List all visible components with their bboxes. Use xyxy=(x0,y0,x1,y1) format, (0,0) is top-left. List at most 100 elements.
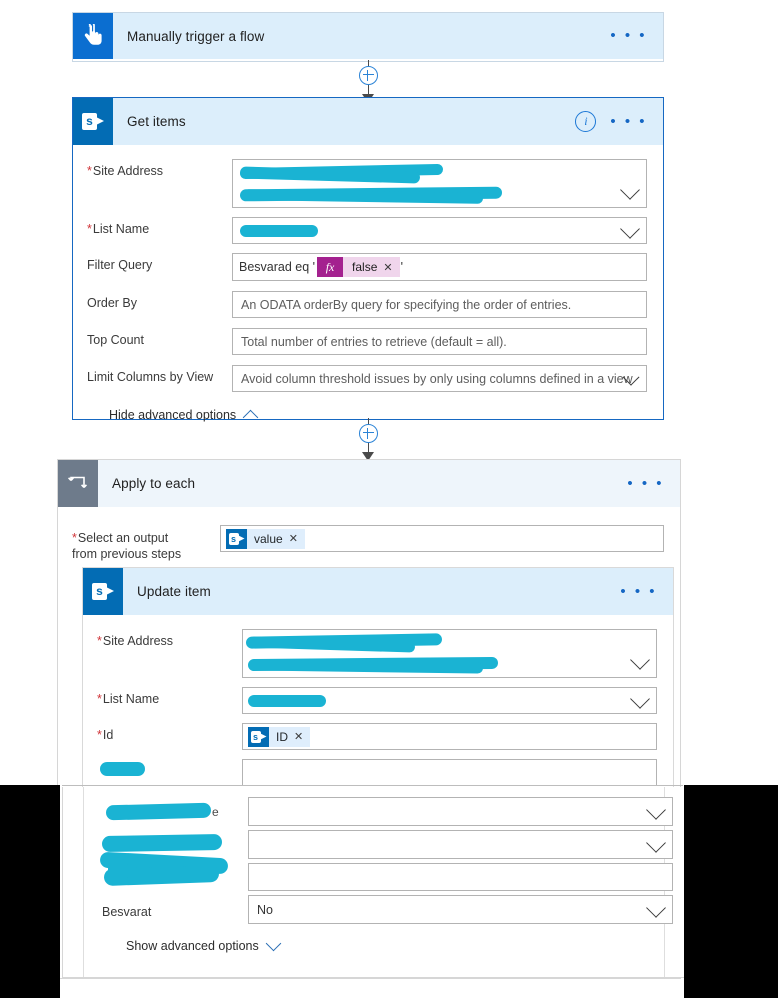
lower-dropdown-1[interactable] xyxy=(248,797,673,826)
insert-step-button-1[interactable] xyxy=(358,66,378,85)
site-address-dropdown[interactable] xyxy=(232,159,647,208)
trigger-card-header[interactable]: Manually trigger a flow • • • xyxy=(73,13,663,59)
trigger-title: Manually trigger a flow xyxy=(127,28,265,44)
lower-screenshot-segment: e Besvarat No Show advanced options xyxy=(62,787,685,978)
hide-advanced-options-toggle[interactable]: Hide advanced options xyxy=(109,408,647,425)
chevron-down-icon[interactable] xyxy=(646,799,666,820)
redaction-stroke xyxy=(100,762,145,776)
sharepoint-icon: s xyxy=(248,726,269,747)
chevron-down-icon[interactable] xyxy=(620,218,640,239)
get-items-card-header[interactable]: s Get items i • • • xyxy=(73,98,663,145)
lower-dropdown-2[interactable] xyxy=(248,830,673,859)
advanced-toggle-label: Hide advanced options xyxy=(109,408,237,422)
field-row-site-address: *Site Address xyxy=(87,159,647,208)
field-row-limit-columns: Limit Columns by View Avoid column thres… xyxy=(87,365,647,392)
token-label: false xyxy=(352,260,378,274)
letterbox-bar-left xyxy=(0,785,60,998)
chevron-down-icon[interactable] xyxy=(646,832,666,853)
connector-getitems-to-apply xyxy=(358,418,378,461)
sharepoint-icon: s xyxy=(226,528,247,549)
filter-query-suffix: ' xyxy=(400,260,404,274)
update-item-menu-button[interactable]: • • • xyxy=(620,584,657,599)
apply-to-each-header[interactable]: Apply to each • • • xyxy=(58,460,680,507)
chevron-down-icon[interactable] xyxy=(630,650,650,670)
expression-token-false[interactable]: fx false ✕ xyxy=(317,257,400,277)
apply-to-each-title: Apply to each xyxy=(112,476,196,491)
get-items-card[interactable]: s Get items i • • • *Site Address *List … xyxy=(72,97,664,425)
redaction-stroke xyxy=(240,225,318,237)
lower-text-input-3[interactable] xyxy=(248,863,673,891)
field-row-select-output: *Select an output from previous steps s … xyxy=(72,525,680,562)
id-input[interactable]: s ID ✕ xyxy=(242,723,657,750)
field-label-redacted xyxy=(97,759,242,784)
token-remove-icon[interactable]: ✕ xyxy=(383,261,399,274)
field-row-redacted-1 xyxy=(97,759,657,786)
limit-columns-placeholder: Avoid column threshold issues by only us… xyxy=(241,371,633,386)
token-label: value xyxy=(254,531,283,546)
fx-icon: fx xyxy=(317,257,344,277)
limit-columns-dropdown[interactable]: Avoid column threshold issues by only us… xyxy=(232,365,647,392)
redaction-stroke xyxy=(242,189,484,204)
top-count-input[interactable]: Total number of entries to retrieve (def… xyxy=(232,328,647,355)
insert-step-button-2[interactable] xyxy=(358,424,378,443)
select-output-input[interactable]: s value ✕ xyxy=(220,525,664,552)
list-name-dropdown[interactable] xyxy=(242,687,657,714)
field-row-order-by: Order By An ODATA orderBy query for spec… xyxy=(87,291,647,318)
redacted-text-input-1[interactable] xyxy=(242,759,657,786)
order-by-placeholder: An ODATA orderBy query for specifying th… xyxy=(241,297,572,312)
besvarat-value: No xyxy=(257,902,273,917)
letterbox-bar-right xyxy=(684,785,778,998)
field-label-fragment: e xyxy=(212,805,219,819)
redaction-stroke xyxy=(101,833,223,853)
required-marker: * xyxy=(97,634,102,648)
chevron-down-icon[interactable] xyxy=(620,180,640,200)
top-count-placeholder: Total number of entries to retrieve (def… xyxy=(241,334,507,349)
required-marker: * xyxy=(87,164,92,178)
redaction-stroke xyxy=(108,858,128,884)
trigger-card[interactable]: Manually trigger a flow • • • xyxy=(72,12,664,62)
dynamic-token-value[interactable]: s value ✕ xyxy=(226,528,305,549)
info-icon[interactable]: i xyxy=(575,111,597,132)
update-item-header[interactable]: s Update item • • • xyxy=(83,568,673,615)
order-by-input[interactable]: An ODATA orderBy query for specifying th… xyxy=(232,291,647,318)
field-row-top-count: Top Count Total number of entries to ret… xyxy=(87,328,647,355)
apply-to-each-menu-button[interactable]: • • • xyxy=(627,476,664,491)
show-advanced-options-toggle[interactable]: Show advanced options xyxy=(126,935,282,953)
field-label-filter-query: Filter Query xyxy=(87,258,153,272)
chevron-down-icon[interactable] xyxy=(630,688,650,709)
get-items-menu-button[interactable]: • • • xyxy=(610,114,647,129)
required-marker: * xyxy=(87,222,92,236)
filter-query-input[interactable]: Besvarad eq ' fx false ✕ ' xyxy=(232,253,647,281)
update-item-title: Update item xyxy=(137,584,211,599)
field-row-list-name: *List Name xyxy=(97,687,657,714)
field-label-list-name: *List Name xyxy=(97,692,160,706)
advanced-toggle-label: Show advanced options xyxy=(126,939,259,953)
loop-repeat-icon xyxy=(58,460,98,507)
chevron-down-icon xyxy=(265,935,282,951)
field-row-list-name: *List Name xyxy=(87,217,647,244)
required-marker: * xyxy=(72,531,77,545)
dynamic-token-id[interactable]: s ID ✕ xyxy=(248,726,311,747)
token-remove-icon[interactable]: ✕ xyxy=(289,532,305,545)
field-row-filter-query: Filter Query Besvarad eq ' fx false ✕ ' xyxy=(87,253,647,281)
sharepoint-icon: s xyxy=(83,568,123,615)
chevron-down-icon[interactable] xyxy=(646,897,666,918)
field-label-top-count: Top Count xyxy=(87,333,144,347)
chevron-up-icon xyxy=(242,409,259,425)
field-row-site-address: *Site Address xyxy=(97,629,657,678)
besvarat-dropdown[interactable]: No xyxy=(248,895,673,924)
field-row-lower-1: e xyxy=(100,797,673,827)
redaction-stroke xyxy=(248,695,326,707)
trigger-menu-button[interactable]: • • • xyxy=(610,28,647,43)
list-name-dropdown[interactable] xyxy=(232,217,647,244)
tap-hand-icon xyxy=(73,13,113,59)
field-row-lower-3 xyxy=(99,851,673,893)
stitch-seam-line xyxy=(62,785,683,786)
site-address-dropdown[interactable] xyxy=(242,629,657,678)
redaction-stroke xyxy=(250,659,484,674)
field-label-order-by: Order By xyxy=(87,296,138,310)
token-remove-icon[interactable]: ✕ xyxy=(294,730,310,743)
get-items-title: Get items xyxy=(127,114,186,129)
field-label-besvarat: Besvarat xyxy=(102,905,152,919)
field-label-id: *Id xyxy=(97,728,114,742)
